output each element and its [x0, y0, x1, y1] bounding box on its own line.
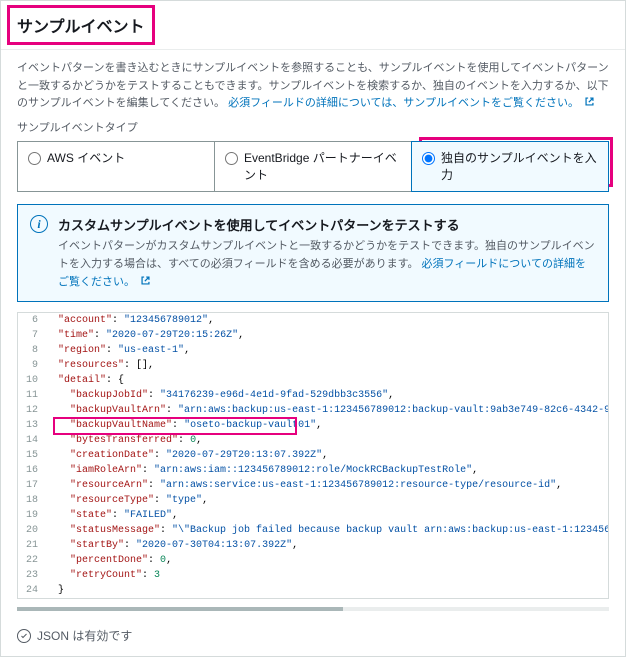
radio-input-partner[interactable] [225, 152, 238, 165]
external-link-icon [584, 96, 595, 107]
info-body-text: イベントパターンがカスタムサンプルイベントと一致するかどうかをテストできます。独… [58, 238, 596, 291]
code-line[interactable]: 14 "bytesTransferred": 0, [18, 433, 608, 448]
code-line[interactable]: 19 "state": "FAILED", [18, 508, 608, 523]
radio-label: EventBridge パートナーイベント [244, 150, 401, 184]
sample-event-panel: サンプルイベント イベントパターンを書き込むときにサンプルイベントを参照すること… [0, 0, 626, 657]
json-editor[interactable]: 6 "account": "123456789012",7 "time": "2… [17, 312, 609, 599]
panel-header: サンプルイベント [1, 1, 625, 50]
code-line[interactable]: 12 "backupVaultArn": "arn:aws:backup:us-… [18, 403, 608, 418]
radio-custom-event[interactable]: 独自のサンプルイベントを入力 [411, 141, 609, 193]
code-line[interactable]: 17 "resourceArn": "arn:aws:service:us-ea… [18, 478, 608, 493]
radio-input-aws[interactable] [28, 152, 41, 165]
radio-aws-events[interactable]: AWS イベント [17, 141, 215, 193]
code-line[interactable]: 18 "resourceType": "type", [18, 493, 608, 508]
code-line[interactable]: 20 "statusMessage": "\"Backup job failed… [18, 523, 608, 538]
code-line[interactable]: 9 "resources": [], [18, 358, 608, 373]
radio-eventbridge-partner[interactable]: EventBridge パートナーイベント [214, 141, 412, 193]
panel-title: サンプルイベント [17, 13, 609, 37]
sample-event-type-label: サンプルイベントタイプ [1, 117, 625, 141]
code-line[interactable]: 6 "account": "123456789012", [18, 313, 608, 328]
code-line[interactable]: 16 "iamRoleArn": "arn:aws:iam::123456789… [18, 463, 608, 478]
code-line[interactable]: 23 "retryCount": 3 [18, 568, 608, 583]
info-alert: i カスタムサンプルイベントを使用してイベントパターンをテストする イベントパタ… [17, 204, 609, 302]
intro-text: イベントパターンを書き込むときにサンプルイベントを参照することも、サンプルイベン… [1, 50, 625, 117]
code-line[interactable]: 15 "creationDate": "2020-07-29T20:13:07.… [18, 448, 608, 463]
radio-label: AWS イベント [47, 150, 125, 167]
code-line[interactable]: 24 } [18, 583, 608, 598]
json-status: JSON は有効です [1, 621, 625, 656]
info-title: カスタムサンプルイベントを使用してイベントパターンをテストする [58, 215, 596, 234]
code-line[interactable]: 13 "backupVaultName": "oseto-backup-vaul… [18, 418, 608, 433]
code-line[interactable]: 11 "backupJobId": "34176239-e96d-4e1d-9f… [18, 388, 608, 403]
code-line[interactable]: 8 "region": "us-east-1", [18, 343, 608, 358]
radio-input-custom[interactable] [422, 152, 435, 165]
code-line[interactable]: 22 "percentDone": 0, [18, 553, 608, 568]
code-line[interactable]: 10 "detail": { [18, 373, 608, 388]
code-line[interactable]: 21 "startBy": "2020-07-30T04:13:07.392Z"… [18, 538, 608, 553]
intro-link[interactable]: 必須フィールドの詳細については、サンプルイベントをご覧ください。 [228, 97, 595, 109]
horizontal-scrollbar[interactable] [17, 607, 609, 611]
intro-link-label: 必須フィールドの詳細については、サンプルイベントをご覧ください。 [228, 97, 579, 109]
radio-group-event-type: AWS イベント EventBridge パートナーイベント 独自のサンプルイベ… [1, 141, 625, 205]
scrollbar-thumb[interactable] [17, 607, 343, 611]
radio-label: 独自のサンプルイベントを入力 [441, 150, 598, 184]
check-circle-icon [17, 629, 31, 643]
status-text: JSON は有効です [37, 627, 132, 644]
external-link-icon [140, 275, 151, 286]
info-icon: i [30, 215, 48, 233]
code-line[interactable]: 7 "time": "2020-07-29T20:15:26Z", [18, 328, 608, 343]
